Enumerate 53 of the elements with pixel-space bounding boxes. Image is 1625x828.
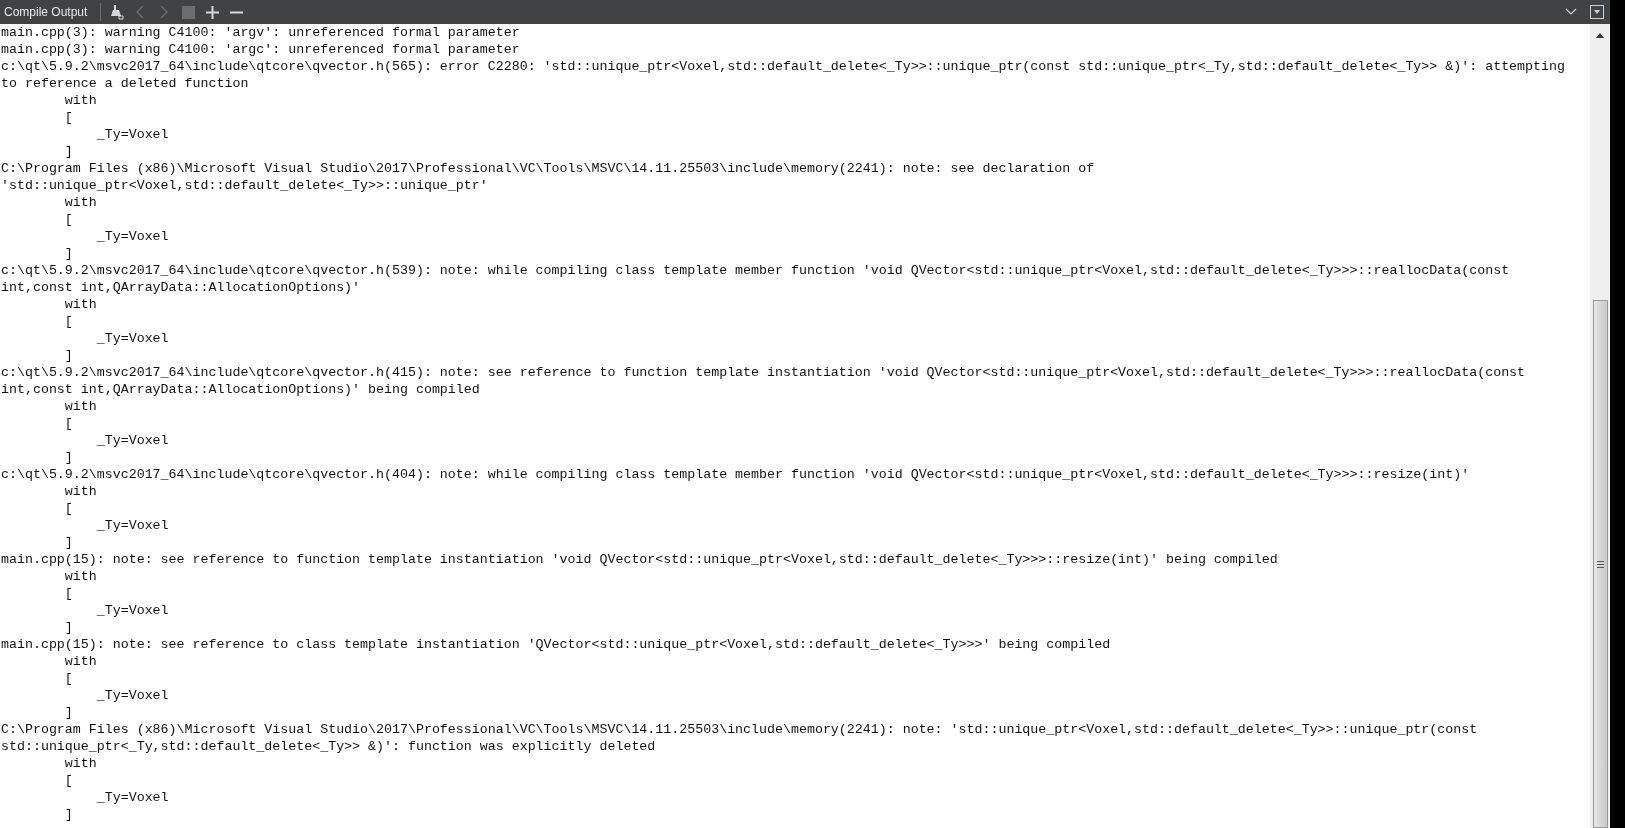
output-line: _Ty=Voxel [95,228,169,245]
grip-icon [1596,560,1604,568]
output-line: _Ty=Voxel [95,330,169,347]
output-line: c:\qt\5.9.2\msvc2017_64\include\qtcore\qvector.h(565): error C2280: 'std::unique_ptr<Voxel,std::default_delete<_Ty>>::unique_ptr(const std::unique_ptr<_Ty,std::default_delete<_Ty>> &)': attempting [1,58,1565,75]
output-line: main.cpp(3): warning C4100: 'argv': unreferenced formal parameter [1,24,520,41]
output-line: C:\Program Files (x86)\Microsoft Visual Studio\2017\Professional\VC\Tools\MSVC\14.11.25503\include\memory(2241): note: see declaration of [1,160,1095,177]
output-line: std::unique_ptr<_Ty,std::default_delete<_Ty>> &)': function was explicitly deleted [1,738,656,755]
scrollbar-thumb[interactable] [1592,300,1608,828]
output-line: c:\qt\5.9.2\msvc2017_64\include\qtcore\qvector.h(539): note: while compiling class template member function 'void QVector<std::unique_ptr<Voxel,std::default_delete<_Ty>>>::reallocData(const [1,262,1510,279]
output-line: with [63,653,97,670]
scrollbar[interactable] [1590,24,1610,828]
output-line: _Ty=Voxel [95,432,169,449]
output-line: to reference a deleted function [1,75,249,92]
output-line: [ [63,109,73,126]
output-line: with [63,92,97,109]
output-line: ] [63,619,73,636]
output-line: _Ty=Voxel [95,687,169,704]
output-line: with [63,296,97,313]
output-line: 'std::unique_ptr<Voxel,std::default_delete<_Ty>>::unique_ptr' [1,177,488,194]
output-line: ] [63,143,73,160]
output-line: ] [63,704,73,721]
output-line: int,const int,QArrayData::AllocationOptions)' [1,279,361,296]
output-line: with [63,194,97,211]
output-line: [ [63,585,73,602]
output-line: with [63,568,97,585]
output-line: ] [63,806,73,823]
output-line: with [63,398,97,415]
output-line: [ [63,500,73,517]
output-line: ] [63,347,73,364]
output-line: [ [63,670,73,687]
output-line: c:\qt\5.9.2\msvc2017_64\include\qtcore\qvector.h(404): note: while compiling class template member function 'void QVector<std::unique_ptr<Voxel,std::default_delete<_Ty>>>::resize(int)' [1,466,1470,483]
output-line: C:\Program Files (x86)\Microsoft Visual Studio\2017\Professional\VC\Tools\MSVC\14.11.25503\include\memory(2241): note: 'std::unique_ptr<Voxel,std::default_delete<_Ty>>::unique_ptr(const [1,721,1478,738]
output-line: ] [63,245,73,262]
output-line: [ [63,313,73,330]
output-line: _Ty=Voxel [95,517,169,534]
output-line: [ [63,415,73,432]
output-line: with [63,755,97,772]
output-line: _Ty=Voxel [95,126,169,143]
output-line: [ [63,211,73,228]
output-line: _Ty=Voxel [95,602,169,619]
output-line: int,const int,QArrayData::AllocationOptions)' being compiled [1,381,480,398]
output-line: main.cpp(15): note: see reference to class template instantiation 'QVector<std::unique_ptr<Voxel,std::default_delete<_Ty>>>' being compiled [1,636,1111,653]
panel-title: Compile Output [3,4,89,21]
output-line: ] [63,449,73,466]
output-line: with [63,483,97,500]
hide-panel-icon[interactable] [1590,5,1604,19]
scroll-up-icon[interactable] [1596,33,1604,38]
output-line: _Ty=Voxel [95,789,169,806]
output-line: main.cpp(3): warning C4100: 'argc': unreferenced formal parameter [1,41,520,58]
output-line: ] [63,534,73,551]
output-line: [ [63,772,73,789]
output-line: main.cpp(15): note: see reference to function template instantiation 'void QVector<std::unique_ptr<Voxel,std::default_delete<_Ty>>>::resize(int)' being compiled [1,551,1278,568]
output-line: c:\qt\5.9.2\msvc2017_64\include\qtcore\qvector.h(415): note: see reference to function template instantiation 'void QVector<std::unique_ptr<Voxel,std::default_delete<_Ty>>>::reallocData(const [1,364,1526,381]
